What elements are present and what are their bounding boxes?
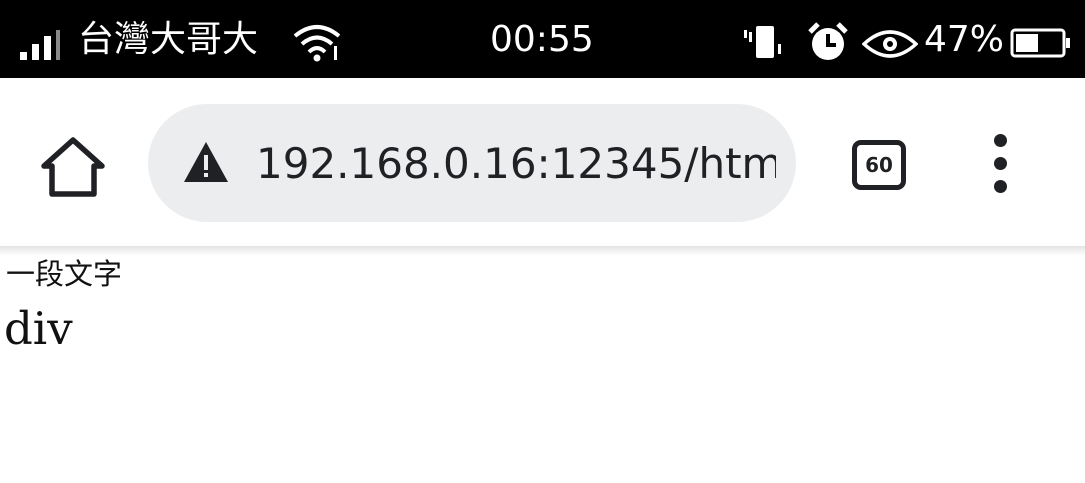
div-text: div	[4, 302, 73, 355]
carrier-name: 台灣大哥大	[78, 19, 259, 60]
alarm-icon	[808, 22, 848, 60]
battery-icon	[1010, 28, 1070, 58]
status-bar: 台灣大哥大 00:55 47%	[0, 0, 1085, 78]
signal-icon	[20, 30, 72, 60]
url-bar[interactable]: 192.168.0.16:12345/html	[148, 104, 796, 222]
wifi-icon	[293, 25, 341, 62]
url-text[interactable]: 192.168.0.16:12345/html	[256, 136, 776, 192]
status-time: 00:55	[490, 19, 594, 60]
warning-triangle-icon[interactable]	[182, 140, 230, 184]
vibrate-icon	[744, 26, 781, 58]
paragraph-text: 一段文字	[6, 257, 123, 291]
home-icon[interactable]	[40, 136, 106, 198]
more-vert-icon[interactable]	[984, 134, 1018, 194]
battery-percent: 47%	[924, 19, 1005, 60]
eye-comfort-icon	[862, 30, 918, 58]
tab-switcher-button[interactable]: 60	[852, 140, 906, 190]
tab-count: 60	[865, 153, 893, 177]
page-content: 一段文字 div	[0, 252, 1085, 483]
